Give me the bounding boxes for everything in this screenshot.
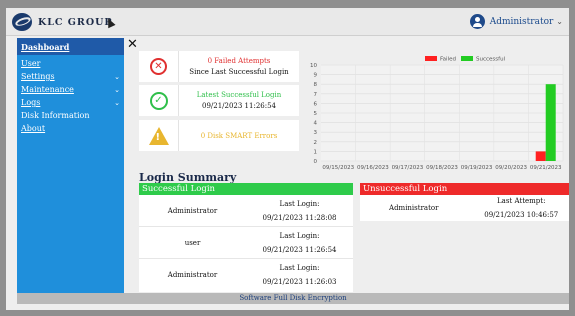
y-tick-label: 10 — [310, 63, 317, 69]
failed-attempts-title: 0 Failed Attempts — [207, 57, 271, 65]
x-tick-label: 09/21/2023 — [530, 165, 562, 171]
table-row: Administrator Last Login: 09/21/2023 11:… — [139, 195, 353, 227]
user-avatar-icon — [469, 14, 485, 29]
login-time: 09/21/2023 10:46:57 — [484, 211, 559, 219]
legend-label: Failed — [440, 57, 456, 63]
login-user: Administrator — [167, 271, 218, 279]
brand-logo[interactable]: KLC GROUP — [12, 13, 113, 31]
user-menu-label: Administrator — [489, 16, 554, 27]
bar-failed — [535, 151, 546, 161]
login-label: Last Login: — [279, 231, 320, 240]
smart-errors-text: 0 Disk SMART Errors — [179, 120, 299, 151]
login-meta: Last Login: 09/21/2023 11:26:54 — [246, 227, 353, 258]
login-time: 09/21/2023 11:28:08 — [262, 213, 337, 222]
brand-name: KLC GROUP — [38, 16, 113, 28]
check-circle-icon: ✓ — [149, 91, 168, 110]
table-row: Administrator Last Attempt: 09/21/2023 1… — [360, 195, 569, 221]
sidebar-item-label: Dashboard — [21, 41, 70, 52]
chevron-down-icon: ⌄ — [114, 72, 120, 81]
y-tick-label: 9 — [314, 73, 318, 79]
sidebar-item-label: User — [21, 59, 41, 68]
y-tick-label: 2 — [314, 140, 318, 146]
sidebar-item-label: Disk Information — [21, 111, 90, 120]
latest-login-text: Latest Successful Login 09/21/2023 11:26… — [179, 85, 299, 116]
main-content: ✕ ✕ 0 Failed Attempts Since Last Success… — [124, 38, 569, 293]
sidebar-item-settings[interactable]: Settings ⌄ — [17, 70, 124, 83]
legend-label: Successful — [476, 57, 506, 63]
table-row: user Last Login: 09/21/2023 11:26:54 — [139, 227, 353, 259]
chevron-down-icon: ⌄ — [114, 98, 120, 107]
sidebar-item-label: Logs — [21, 98, 41, 107]
sidebar-item-maintenance[interactable]: Maintenance ⌄ — [17, 83, 124, 96]
top-bar: KLC GROUP Administrator ⌄ — [6, 8, 569, 36]
y-tick-label: 1 — [314, 149, 318, 155]
y-tick-label: 8 — [314, 82, 318, 88]
login-label: Last Login: — [279, 199, 320, 208]
login-time: 09/21/2023 11:26:03 — [262, 278, 337, 286]
successful-login-panel: Successful Login Administrator Last Logi… — [139, 183, 353, 292]
close-icon[interactable]: ✕ — [127, 38, 138, 51]
smart-icon-box: ! — [139, 120, 179, 151]
x-tick-label: 09/15/2023 — [322, 165, 354, 171]
x-circle-icon: ✕ — [150, 58, 167, 75]
y-tick-label: 0 — [314, 159, 318, 165]
y-tick-label: 6 — [314, 101, 318, 107]
bar-successful — [545, 84, 556, 161]
login-time: 09/21/2023 11:26:54 — [262, 245, 337, 254]
chevron-down-icon: ⌄ — [556, 17, 563, 26]
sidebar-item-label: About — [21, 124, 46, 133]
smart-errors-card: ! 0 Disk SMART Errors — [139, 120, 299, 151]
login-meta: Last Login: 09/21/2023 11:28:08 — [246, 195, 353, 226]
sidebar-item-user[interactable]: User — [17, 57, 124, 70]
sidebar-item-logs[interactable]: Logs ⌄ — [17, 96, 124, 109]
y-tick-label: 5 — [314, 111, 318, 117]
y-tick-label: 7 — [314, 92, 318, 98]
sidebar-item-label: Maintenance — [21, 85, 74, 94]
table-row: Administrator Last Login: 09/21/2023 11:… — [139, 259, 353, 291]
sidebar-item-about[interactable]: About — [17, 122, 124, 135]
legend-swatch — [461, 56, 473, 61]
app-window: KLC GROUP Administrator ⌄ Dashboard User… — [6, 8, 569, 310]
x-tick-label: 09/16/2023 — [357, 165, 389, 171]
x-tick-label: 09/19/2023 — [461, 165, 493, 171]
latest-login-title: Latest Successful Login — [196, 91, 282, 99]
sidebar-item-disk-information[interactable]: Disk Information — [17, 109, 124, 122]
login-label: Last Attempt: — [497, 197, 546, 205]
x-tick-label: 09/17/2023 — [392, 165, 424, 171]
failed-attempts-card: ✕ 0 Failed Attempts Since Last Successfu… — [139, 51, 299, 82]
x-tick-label: 09/18/2023 — [426, 165, 458, 171]
y-tick-label: 3 — [314, 130, 318, 136]
smart-errors-title: 0 Disk SMART Errors — [200, 131, 278, 140]
globe-logo-icon — [12, 13, 32, 31]
login-label: Last Login: — [279, 264, 320, 272]
login-user: Administrator — [167, 206, 218, 215]
login-meta: Last Attempt: 09/21/2023 10:46:57 — [468, 195, 570, 221]
unsuccessful-login-header: Unsuccessful Login — [360, 183, 569, 195]
successful-login-header: Successful Login — [139, 183, 353, 195]
latest-icon-box: ✓ — [139, 85, 179, 116]
login-user: user — [184, 238, 201, 247]
failed-icon-box: ✕ — [139, 51, 179, 82]
y-tick-label: 4 — [314, 121, 318, 127]
sidebar-item-label: Settings — [21, 72, 55, 81]
chevron-down-icon: ⌄ — [114, 85, 120, 94]
failed-attempts-text: 0 Failed Attempts Since Last Successful … — [179, 51, 299, 82]
unsuccessful-login-panel: Unsuccessful Login Administrator Last At… — [360, 183, 569, 221]
login-meta: Last Login: 09/21/2023 11:26:03 — [246, 259, 353, 291]
footer: Software Full Disk Encryption — [17, 293, 569, 304]
latest-login-time: 09/21/2023 11:26:54 — [201, 102, 276, 110]
sidebar: Dashboard User Settings ⌄ Maintenance ⌄ … — [17, 38, 124, 293]
x-tick-label: 09/20/2023 — [495, 165, 527, 171]
user-menu[interactable]: Administrator ⌄ — [469, 14, 563, 29]
login-user: Administrator — [389, 204, 439, 212]
warning-icon: ! — [148, 126, 169, 145]
failed-attempts-subtitle: Since Last Successful Login — [189, 68, 289, 76]
legend-swatch — [425, 56, 437, 61]
login-chart: 0 1 2 3 4 5 6 7 8 9 10 09/15/2023 09/16/2023 09/17/20… — [310, 56, 564, 171]
sidebar-item-dashboard[interactable]: Dashboard — [17, 38, 124, 55]
latest-login-card: ✓ Latest Successful Login 09/21/2023 11:… — [139, 85, 299, 116]
